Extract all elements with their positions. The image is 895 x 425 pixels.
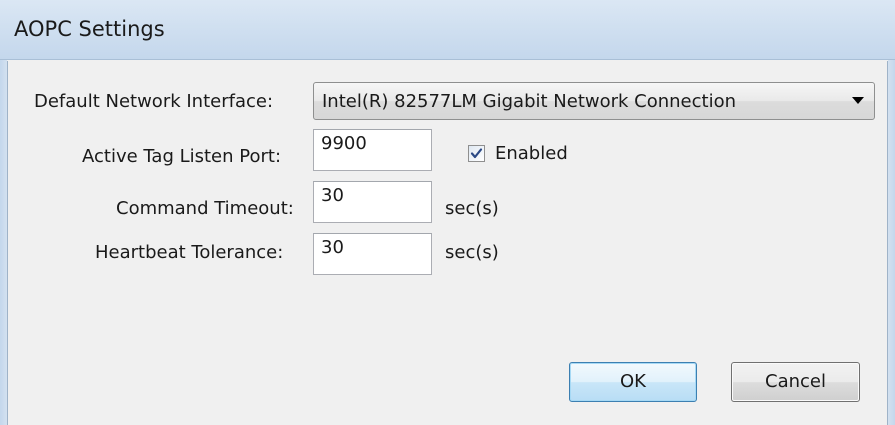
window-frame-right <box>888 60 895 425</box>
network-interface-dropdown[interactable]: Intel(R) 82577LM Gigabit Network Connect… <box>313 82 875 120</box>
network-interface-selected: Intel(R) 82577LM Gigabit Network Connect… <box>322 91 736 112</box>
title-bar[interactable]: AOPC Settings <box>0 0 895 60</box>
command-timeout-label: Command Timeout: <box>116 198 294 219</box>
ok-button[interactable]: OK <box>569 362 697 402</box>
network-interface-label: Default Network Interface: <box>34 91 274 112</box>
settings-dialog: AOPC Settings Default Network Interface:… <box>0 0 895 425</box>
cancel-button[interactable]: Cancel <box>731 362 860 402</box>
command-timeout-input[interactable] <box>314 182 431 222</box>
check-mark-icon <box>470 148 483 159</box>
enabled-checkbox-label[interactable]: Enabled <box>495 143 568 165</box>
window-title: AOPC Settings <box>14 17 165 41</box>
listen-port-label: Active Tag Listen Port: <box>82 146 282 167</box>
enabled-checkbox[interactable] <box>468 145 485 162</box>
heartbeat-tolerance-input[interactable] <box>314 234 431 274</box>
heartbeat-tolerance-unit: sec(s) <box>445 242 499 263</box>
listen-port-input[interactable] <box>314 130 431 170</box>
command-timeout-unit: sec(s) <box>445 198 499 219</box>
window-frame-left <box>0 60 7 425</box>
dropdown-arrow-icon <box>852 97 864 104</box>
command-timeout-field-box <box>313 181 432 223</box>
listen-port-field-box <box>313 129 432 171</box>
heartbeat-tolerance-label: Heartbeat Tolerance: <box>95 242 284 263</box>
heartbeat-tolerance-field-box <box>313 233 432 275</box>
